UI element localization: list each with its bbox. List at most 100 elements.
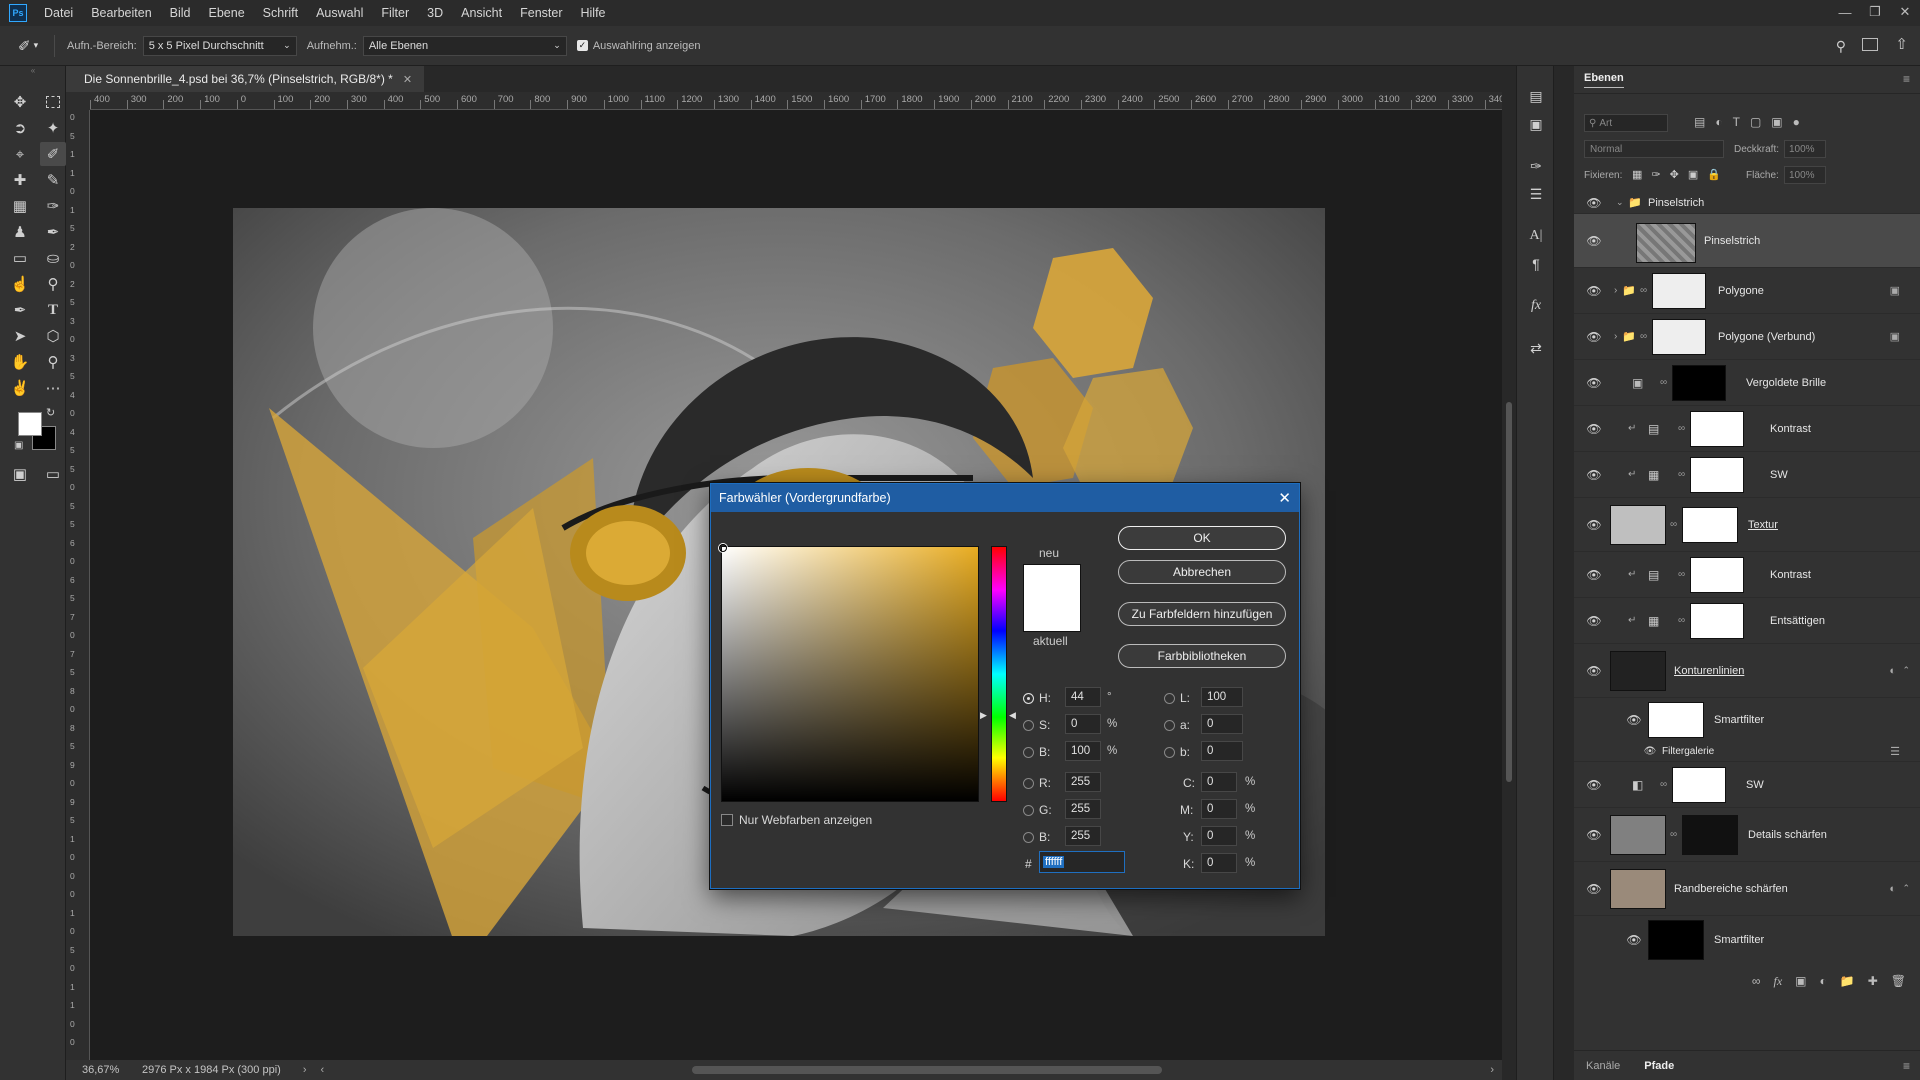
layer-vergoldete-brille[interactable]: 👁 ▣ ∞ Vergoldete Brille [1574, 360, 1920, 406]
scrollbar-thumb[interactable] [1506, 402, 1512, 782]
lock-pixels-icon[interactable]: ✑ [1651, 168, 1660, 181]
blue-input[interactable]: 255 [1065, 826, 1101, 846]
styles-panel-icon[interactable]: fx [1526, 296, 1546, 316]
character-panel-icon[interactable]: A| [1526, 226, 1546, 246]
foreground-color-swatch-front[interactable] [18, 412, 42, 436]
hex-input[interactable]: ffffff [1039, 851, 1125, 873]
quick-select-tool-icon[interactable]: ✦ [40, 116, 66, 140]
lock-artboard-icon[interactable]: ▣ [1688, 168, 1698, 181]
menu-schrift[interactable]: Schrift [254, 0, 307, 26]
web-colors-checkbox[interactable] [721, 814, 733, 826]
menu-3d[interactable]: 3D [418, 0, 452, 26]
menu-datei[interactable]: Datei [35, 0, 82, 26]
menu-fenster[interactable]: Fenster [511, 0, 571, 26]
b-channel-input[interactable]: 0 [1201, 741, 1243, 761]
link-layers-icon[interactable]: ∞ [1752, 974, 1761, 988]
visibility-eye-icon[interactable]: 👁 [1586, 467, 1602, 483]
more-tools-icon[interactable]: ⋯ [40, 376, 66, 400]
new-layer-icon[interactable]: ✚ [1868, 974, 1878, 988]
blue-radio[interactable] [1023, 832, 1034, 843]
sample-size-select[interactable]: 5 x 5 Pixel Durchschnitt ⌄ [142, 35, 297, 56]
color-libraries-button[interactable]: Farbbibliotheken [1118, 644, 1286, 668]
menu-auswahl[interactable]: Auswahl [307, 0, 372, 26]
swap-colors-icon[interactable]: ↻ [46, 406, 55, 419]
menu-ebene[interactable]: Ebene [200, 0, 254, 26]
close-window-icon[interactable]: ✕ [1890, 0, 1920, 24]
layer-group-polygone[interactable]: 👁 › 📁 ∞ Polygone ▣ [1574, 268, 1920, 314]
smudge-tool-icon[interactable]: ☝ [7, 272, 33, 296]
lock-position-icon[interactable]: ✥ [1670, 168, 1679, 181]
a-channel-radio[interactable] [1164, 720, 1175, 731]
visibility-eye-icon[interactable]: 👁 [1586, 613, 1602, 629]
patch-tool-icon[interactable]: ✎ [40, 168, 66, 192]
screen-mode-icon[interactable]: ▭ [40, 462, 66, 486]
layer-pinselstrich[interactable]: 👁 Pinselstrich [1574, 214, 1920, 268]
zoom-level[interactable]: 36,67% [82, 1064, 124, 1076]
pen-tool-icon[interactable]: ✒ [7, 298, 33, 322]
green-radio[interactable] [1023, 805, 1034, 816]
eyedropper-tool-icon[interactable]: ✐ [40, 142, 66, 166]
histogram-panel-icon[interactable]: ▣ [1526, 114, 1546, 134]
lightness-input[interactable]: 100 [1201, 687, 1243, 707]
chevron-up-icon[interactable]: ⌃ [1902, 883, 1910, 894]
a-channel-input[interactable]: 0 [1201, 714, 1243, 734]
lightness-radio[interactable] [1164, 693, 1175, 704]
opacity-input[interactable]: 100% [1784, 140, 1826, 158]
tab-pfade[interactable]: Pfade [1644, 1060, 1674, 1072]
close-tab-icon[interactable]: ✕ [403, 73, 412, 86]
layer-filtergalerie[interactable]: 👁 Filtergalerie ☰ [1574, 742, 1920, 762]
dodge-tool-icon[interactable]: ⚲ [40, 272, 66, 296]
document-tab[interactable]: Die Sonnenbrille_4.psd bei 36,7% (Pinsel… [66, 66, 425, 92]
hue-slider-right-arrow[interactable]: ◀ [1009, 710, 1016, 721]
crop-tool-icon[interactable]: ⌖ [7, 142, 33, 166]
blend-mode-select[interactable]: Normal [1584, 140, 1724, 158]
red-input[interactable]: 255 [1065, 772, 1101, 792]
hue-input[interactable]: 44 [1065, 687, 1101, 707]
magenta-input[interactable]: 0 [1201, 799, 1237, 819]
frame-tool-icon[interactable]: ▦ [7, 194, 33, 218]
quick-mask-icon[interactable]: ▣ [7, 462, 33, 486]
delete-layer-icon[interactable]: 🗑 [1891, 974, 1906, 988]
fill-input[interactable]: 100% [1784, 166, 1826, 184]
adjustments-icon[interactable]: ☰ [1526, 184, 1546, 204]
layer-konturenlinien[interactable]: 👁 Konturenlinien ◐ ⌃ [1574, 644, 1920, 698]
filter-toggle-icon[interactable]: ● [1793, 115, 1800, 129]
visibility-eye-icon[interactable]: 👁 [1586, 375, 1602, 391]
menu-bild[interactable]: Bild [161, 0, 200, 26]
layer-kontrast-1[interactable]: 👁 ↵ ▤ ∞ Kontrast [1574, 406, 1920, 452]
visibility-eye-icon[interactable]: 👁 [1586, 827, 1602, 843]
chevron-right-icon[interactable]: › [1614, 331, 1617, 342]
brightness-radio[interactable] [1023, 747, 1034, 758]
lasso-tool-icon[interactable]: ➲ [7, 116, 33, 140]
paragraph-panel-icon[interactable]: ¶ [1526, 254, 1546, 274]
red-radio[interactable] [1023, 778, 1034, 789]
shape-tool-icon[interactable]: ⬡ [40, 324, 66, 348]
history-brush-tool-icon[interactable]: ✒ [40, 220, 66, 244]
tab-ebenen[interactable]: Ebenen [1584, 72, 1624, 88]
dialog-titlebar[interactable]: Farbwähler (Vordergrundfarbe) ✕ [711, 484, 1299, 512]
restore-icon[interactable]: ❐ [1860, 0, 1890, 24]
saturation-input[interactable]: 0 [1065, 714, 1101, 734]
eraser-tool-icon[interactable]: ▭ [7, 246, 33, 270]
show-ring-checkbox[interactable]: ✓ [576, 40, 588, 51]
visibility-eye-icon[interactable]: 👁 [1586, 777, 1602, 793]
history-panel-icon[interactable]: ▤ [1526, 86, 1546, 106]
lock-all-icon[interactable]: 🔒 [1707, 168, 1721, 181]
cancel-button[interactable]: Abbrechen [1118, 560, 1286, 584]
menu-filter[interactable]: Filter [372, 0, 418, 26]
horizontal-scrollbar-thumb[interactable] [692, 1066, 1162, 1074]
visibility-eye-icon[interactable]: 👁 [1586, 567, 1602, 583]
hand-tool-icon[interactable]: ✋ [7, 350, 33, 374]
visibility-eye-icon[interactable]: 👁 [1586, 195, 1602, 211]
brush-tool-icon[interactable]: ✑ [40, 194, 66, 218]
status-arrow-icon[interactable]: › [303, 1064, 307, 1076]
menu-hilfe[interactable]: Hilfe [572, 0, 615, 26]
clone-stamp-tool-icon[interactable]: ♟ [7, 220, 33, 244]
hue-slider-left-arrow[interactable]: ▶ [980, 710, 987, 721]
b-channel-radio[interactable] [1164, 747, 1175, 758]
layer-group-polygone-verbund[interactable]: 👁 › 📁 ∞ Polygone (Verbund) ▣ [1574, 314, 1920, 360]
panel-menu-icon[interactable]: ≡ [1903, 72, 1910, 86]
close-icon[interactable]: ✕ [1278, 489, 1291, 507]
adjustment-layer-icon[interactable]: ◐ [1820, 974, 1827, 988]
scroll-left-icon[interactable]: ‹ [320, 1064, 324, 1076]
